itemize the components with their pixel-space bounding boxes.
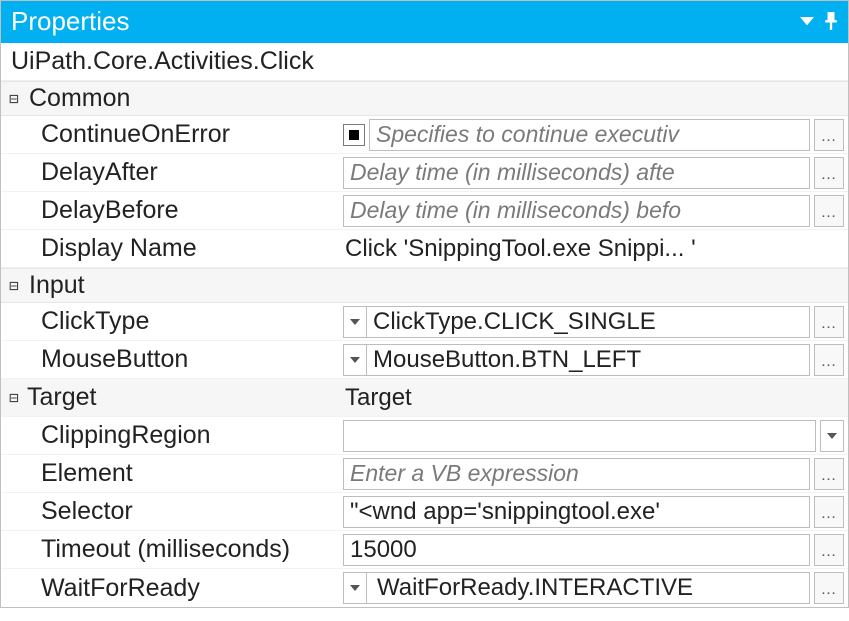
continue-on-error-more-button[interactable]: … xyxy=(814,119,844,151)
panel-title: Properties xyxy=(11,6,130,37)
label-timeout: Timeout (milliseconds) xyxy=(1,531,339,568)
label-wait-for-ready: WaitForReady xyxy=(1,569,339,607)
label-continue-on-error: ContinueOnError xyxy=(1,116,339,153)
label-mouse-button: MouseButton xyxy=(1,341,339,378)
clipping-region-dropdown[interactable] xyxy=(820,420,844,452)
panel-header-buttons xyxy=(800,12,838,31)
panel-header: Properties xyxy=(1,1,848,43)
row-timeout: Timeout (milliseconds) 15000 … xyxy=(1,531,848,569)
mouse-button-dropdown[interactable] xyxy=(343,344,367,376)
selector-more-button[interactable]: … xyxy=(814,496,844,528)
label-clipping-region: ClippingRegion xyxy=(1,417,339,454)
timeout-more-button[interactable]: … xyxy=(814,534,844,566)
label-delay-before: DelayBefore xyxy=(1,192,339,229)
timeout-input[interactable]: 15000 xyxy=(343,534,810,566)
wait-for-ready-dropdown[interactable] xyxy=(343,572,367,604)
row-element: Element Enter a VB expression … xyxy=(1,455,848,493)
continue-on-error-checkbox[interactable] xyxy=(343,124,365,146)
click-type-more-button[interactable]: … xyxy=(814,306,844,338)
row-target[interactable]: ⊟ Target Target xyxy=(1,379,848,417)
row-clipping-region: ClippingRegion xyxy=(1,417,848,455)
dropdown-icon[interactable] xyxy=(800,17,814,25)
continue-on-error-input[interactable]: Specifies to continue executiv xyxy=(369,119,810,151)
row-wait-for-ready: WaitForReady WaitForReady.INTERACTIVE … xyxy=(1,569,848,607)
delay-before-input[interactable]: Delay time (in milliseconds) befo xyxy=(343,195,810,227)
click-type-dropdown[interactable] xyxy=(343,306,367,338)
element-more-button[interactable]: … xyxy=(814,458,844,490)
row-continue-on-error: ContinueOnError Specifies to continue ex… xyxy=(1,116,848,154)
pin-icon[interactable] xyxy=(824,12,838,31)
properties-body: UiPath.Core.Activities.Click ⊟ Common Co… xyxy=(1,43,848,607)
selector-input[interactable]: "<wnd app='snippingtool.exe' xyxy=(343,496,810,528)
wait-for-ready-value[interactable]: WaitForReady.INTERACTIVE xyxy=(367,572,810,604)
collapse-icon[interactable]: ⊟ xyxy=(5,91,23,107)
delay-before-more-button[interactable]: … xyxy=(814,195,844,227)
section-common-label: Common xyxy=(29,84,130,113)
mouse-button-more-button[interactable]: … xyxy=(814,344,844,376)
element-input[interactable]: Enter a VB expression xyxy=(343,458,810,490)
label-display-name: Display Name xyxy=(1,230,339,267)
activity-class-name: UiPath.Core.Activities.Click xyxy=(1,43,848,81)
row-selector: Selector "<wnd app='snippingtool.exe' … xyxy=(1,493,848,531)
click-type-value[interactable]: ClickType.CLICK_SINGLE xyxy=(367,306,810,338)
collapse-icon[interactable]: ⊟ xyxy=(5,390,23,406)
target-value: Target xyxy=(343,384,844,412)
mouse-button-value[interactable]: MouseButton.BTN_LEFT xyxy=(367,344,810,376)
collapse-icon[interactable]: ⊟ xyxy=(5,278,23,294)
section-input-header[interactable]: ⊟ Input xyxy=(1,268,848,303)
label-target: Target xyxy=(27,383,96,412)
wait-for-ready-more-button[interactable]: … xyxy=(814,572,844,604)
row-display-name: Display Name Click 'SnippingTool.exe Sni… xyxy=(1,230,848,268)
label-delay-after: DelayAfter xyxy=(1,154,339,191)
label-click-type: ClickType xyxy=(1,303,339,340)
row-click-type: ClickType ClickType.CLICK_SINGLE … xyxy=(1,303,848,341)
delay-after-input[interactable]: Delay time (in milliseconds) afte xyxy=(343,157,810,189)
row-mouse-button: MouseButton MouseButton.BTN_LEFT … xyxy=(1,341,848,379)
row-delay-after: DelayAfter Delay time (in milliseconds) … xyxy=(1,154,848,192)
label-element: Element xyxy=(1,455,339,492)
display-name-value[interactable]: Click 'SnippingTool.exe Snippi... ' xyxy=(343,235,844,263)
delay-after-more-button[interactable]: … xyxy=(814,157,844,189)
section-common-header[interactable]: ⊟ Common xyxy=(1,81,848,116)
label-selector: Selector xyxy=(1,493,339,530)
row-delay-before: DelayBefore Delay time (in milliseconds)… xyxy=(1,192,848,230)
section-input-label: Input xyxy=(29,271,85,300)
clipping-region-input[interactable] xyxy=(343,420,816,452)
